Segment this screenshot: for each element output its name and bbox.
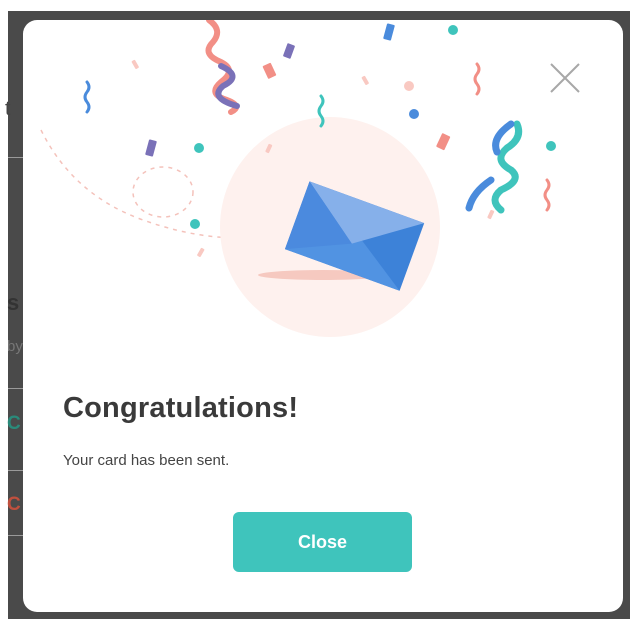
- success-dialog: Congratulations! Your card has been sent…: [23, 20, 623, 612]
- background-divider: [8, 388, 24, 389]
- background-divider: [8, 470, 24, 471]
- background-divider: [8, 157, 24, 158]
- close-icon[interactable]: [547, 60, 583, 96]
- background-divider: [8, 535, 24, 536]
- dialog-title: Congratulations!: [63, 392, 299, 424]
- confetti-illustration: [40, 20, 556, 337]
- dialog-message: Your card has been sent.: [63, 452, 230, 469]
- close-button[interactable]: Close: [233, 512, 412, 572]
